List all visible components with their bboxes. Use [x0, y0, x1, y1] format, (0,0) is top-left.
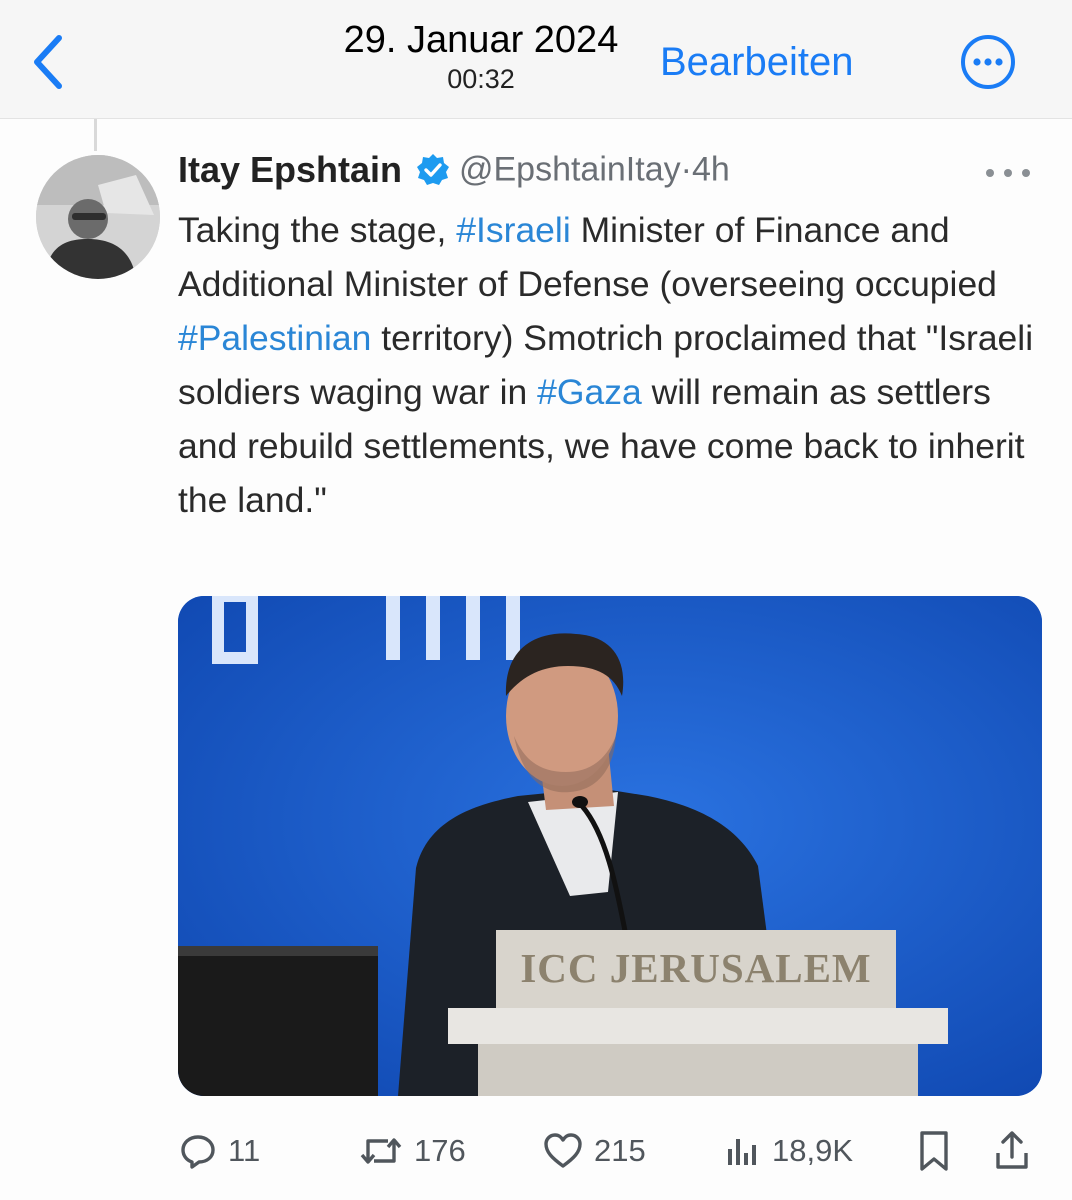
more-horizontal-icon: [986, 169, 1030, 177]
repost-count: 176: [414, 1133, 466, 1168]
author-handle[interactable]: @EpshtainItay: [459, 151, 681, 189]
bar-chart-icon: [728, 1139, 756, 1165]
author-name[interactable]: Itay Epshtain: [178, 149, 402, 190]
bookmark-icon: [920, 1131, 948, 1171]
hashtag-palestinian[interactable]: #Palestinian: [178, 318, 371, 358]
bookmark-button[interactable]: [914, 1129, 992, 1173]
reply-button[interactable]: 11: [178, 1131, 358, 1171]
more-button[interactable]: [960, 34, 1016, 90]
photo-viewer-navbar: 29. Januar 2024 00:32 Bearbeiten: [0, 0, 1072, 119]
tweet-media-photo[interactable]: ICC JERUSALEM: [178, 596, 1042, 1096]
tweet-header: Itay Epshtain @EpshtainItay·4h: [178, 149, 730, 199]
hashtag-israeli[interactable]: #Israeli: [456, 210, 570, 250]
tweet-age: 4h: [691, 150, 730, 189]
avatar: [36, 155, 160, 279]
back-button[interactable]: [18, 22, 78, 102]
share-button[interactable]: [992, 1129, 1042, 1173]
chevron-left-icon: [34, 35, 62, 89]
verified-badge-icon: [416, 154, 449, 185]
share-icon: [996, 1131, 1028, 1169]
like-button[interactable]: 215: [542, 1131, 722, 1171]
photo-datetime: 29. Januar 2024 00:32: [300, 18, 662, 96]
tweet-screenshot-image: Itay Epshtain @EpshtainItay·4h Taking th…: [0, 119, 1072, 1200]
photo-date: 29. Januar 2024: [343, 19, 619, 61]
edit-button[interactable]: Bearbeiten: [660, 36, 853, 88]
ellipsis-circle-icon: [961, 35, 1015, 89]
tweet-text: Taking the stage, #Israeli Minister of F…: [178, 203, 1038, 527]
tweet-more-button[interactable]: [980, 153, 1036, 193]
podium-sign-text: ICC JERUSALEM: [520, 945, 872, 991]
speaker-photo: [178, 596, 1042, 1096]
reply-icon: [181, 1135, 215, 1169]
hashtag-gaza[interactable]: #Gaza: [537, 372, 642, 412]
separator-dot: ·: [680, 150, 692, 189]
reply-count: 11: [228, 1133, 261, 1168]
thread-line: [94, 119, 97, 151]
views-button[interactable]: 18,9K: [722, 1131, 914, 1171]
view-count: 18,9K: [772, 1133, 854, 1168]
repost-button[interactable]: 176: [358, 1131, 542, 1171]
tweet-action-bar: 11 176 215 18,9K: [178, 1119, 1058, 1183]
repost-icon: [360, 1138, 402, 1164]
photo-time: 00:32: [447, 64, 515, 94]
heart-icon: [544, 1133, 582, 1168]
like-count: 215: [594, 1133, 646, 1168]
tweet-text-part: Taking the stage,: [178, 210, 457, 250]
